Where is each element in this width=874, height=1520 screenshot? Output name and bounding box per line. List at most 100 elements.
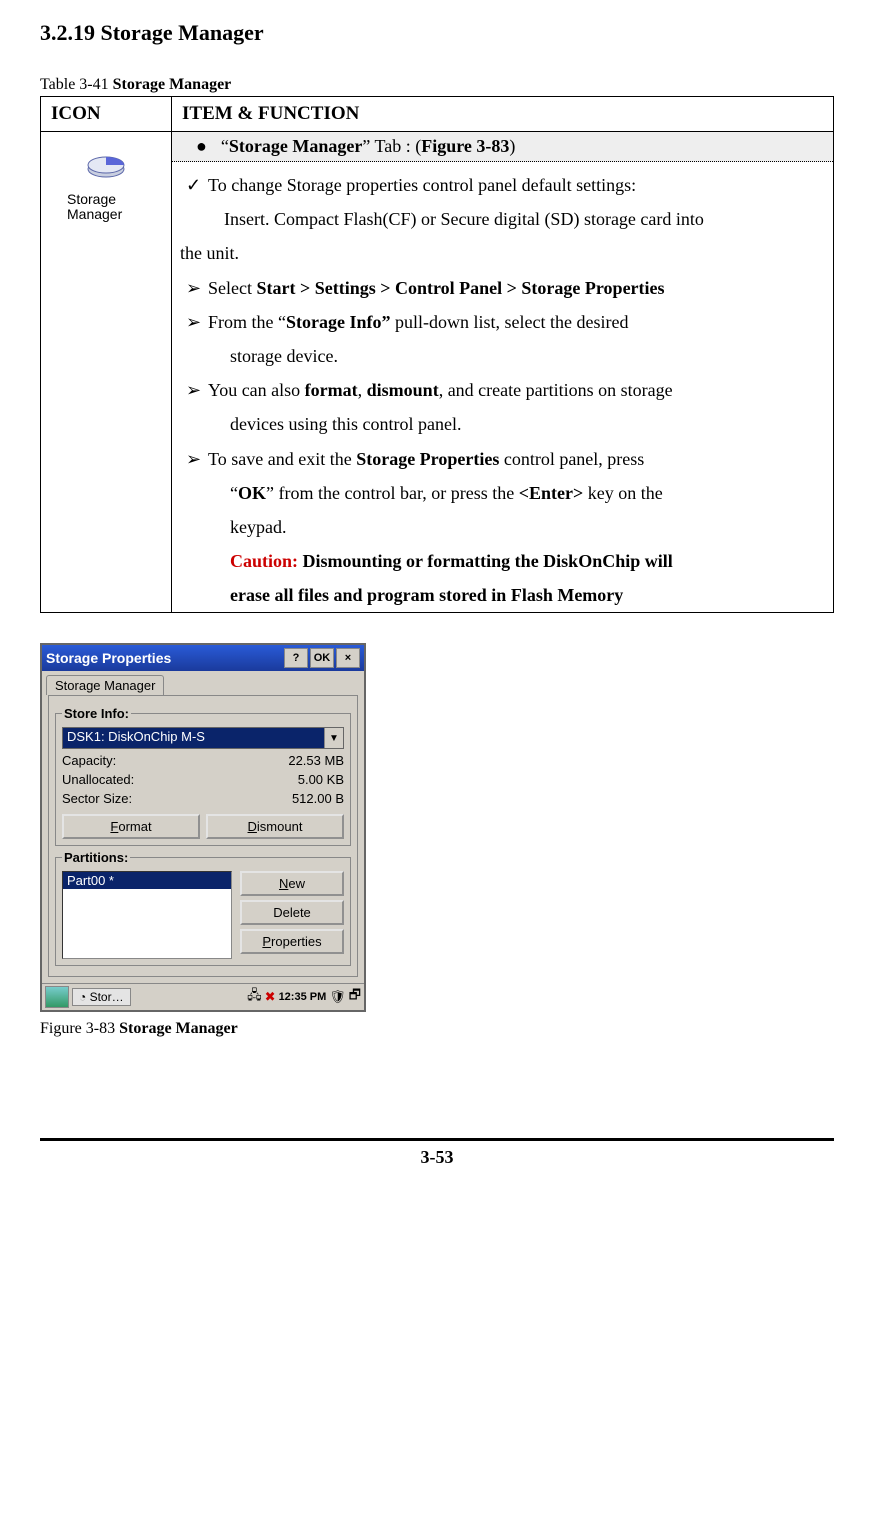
kv-key: Unallocated: <box>62 772 134 787</box>
indent-text-2: the unit. <box>176 236 829 270</box>
figure-caption-name: Storage Manager <box>119 1020 238 1037</box>
taskbar-task[interactable]: ◔ Stor… <box>72 988 131 1006</box>
arrow-icon: ➢ <box>186 305 208 339</box>
li2-bold: Storage Info” <box>286 312 391 332</box>
tab-header-row: ●“Storage Manager” Tab : (Figure 3-83) <box>172 132 833 162</box>
description-cell: ●“Storage Manager” Tab : (Figure 3-83) ✓… <box>172 132 834 613</box>
storage-manager-table: ICON ITEM & FUNCTION Storage Manager ●“S… <box>40 96 834 613</box>
li4cb: ” from the control bar, or press the <box>266 483 519 503</box>
kv-val: 5.00 KB <box>298 772 344 787</box>
list-item: ✓To change Storage properties control pa… <box>176 168 829 202</box>
table-caption: Table 3-41 Storage Manager <box>40 76 834 94</box>
kv-key: Capacity: <box>62 753 116 768</box>
properties-button[interactable]: Properties <box>240 929 344 954</box>
kv-val: 22.53 MB <box>288 753 344 768</box>
caution-line2: erase all files and program stored in Fl… <box>176 578 829 612</box>
arrow-icon: ➢ <box>186 373 208 407</box>
titlebar: Storage Properties ? OK × <box>42 645 364 671</box>
list-item: ➢Select Start > Settings > Control Panel… <box>176 271 829 305</box>
format-button[interactable]: Format <box>62 814 200 839</box>
tab-header-figref: Figure 3-83 <box>421 136 509 156</box>
figure-caption: Figure 3-83 Storage Manager <box>40 1020 834 1038</box>
kv-row: Sector Size: 512.00 B <box>62 791 344 806</box>
partitions-legend: Partitions: <box>62 850 130 865</box>
page-number: 3-53 <box>40 1138 834 1168</box>
kv-row: Unallocated: 5.00 KB <box>62 772 344 787</box>
li4b: control panel, press <box>499 449 644 469</box>
window-title: Storage Properties <box>46 650 282 666</box>
li3d: devices using this control panel. <box>176 407 829 441</box>
clock: 12:35 PM <box>279 991 327 1003</box>
table-caption-name: Storage Manager <box>113 76 232 93</box>
store-info-group: Store Info: DSK1: DiskOnChip M-S ▼ Capac… <box>55 706 351 846</box>
li4-enter: <Enter> <box>519 483 584 503</box>
figure-caption-prefix: Figure 3-83 <box>40 1020 119 1037</box>
li2a: From the “ <box>208 312 286 332</box>
icon-label-line2: Manager <box>51 207 161 222</box>
list-item: ➢You can also format, dismount, and crea… <box>176 373 829 407</box>
arrow-icon: ➢ <box>186 442 208 476</box>
li3-sep: , <box>358 380 367 400</box>
li4-sp: Storage Properties <box>356 449 499 469</box>
desktop-icon[interactable]: 🗗 <box>349 986 361 1008</box>
description-list: ✓To change Storage properties control pa… <box>172 168 833 612</box>
li4a: To save and exit the <box>208 449 356 469</box>
taskbar: ◔ Stor… 🖧 ✖ 12:35 PM 🛡 🗗 <box>42 983 364 1010</box>
dropdown-selected: DSK1: DiskOnChip M-S <box>63 728 324 748</box>
arrow-icon: ➢ <box>186 271 208 305</box>
kv-val: 512.00 B <box>292 791 344 806</box>
panel: Store Info: DSK1: DiskOnChip M-S ▼ Capac… <box>48 695 358 977</box>
task-label: Stor… <box>90 990 124 1004</box>
dismount-button[interactable]: Dismount <box>206 814 344 839</box>
th-icon: ICON <box>41 97 172 132</box>
disconnect-icon[interactable]: ✖ <box>265 989 276 1005</box>
li2b: pull-down list, select the desired <box>391 312 629 332</box>
ok-button[interactable]: OK <box>310 648 334 668</box>
caution-label: Caution: <box>230 551 298 571</box>
li4cc: key on the <box>583 483 662 503</box>
help-button[interactable]: ? <box>284 648 308 668</box>
wince-window: Storage Properties ? OK × Storage Manage… <box>40 643 366 1012</box>
storage-manager-icon: ◔ <box>79 990 86 1004</box>
tab-storage-manager[interactable]: Storage Manager <box>46 675 164 695</box>
kv-key: Sector Size: <box>62 791 132 806</box>
screenshot-figure: Storage Properties ? OK × Storage Manage… <box>40 643 834 1012</box>
li3-dismount: dismount <box>367 380 439 400</box>
th-item-function: ITEM & FUNCTION <box>172 97 834 132</box>
kv-row: Capacity: 22.53 MB <box>62 753 344 768</box>
li3-format: format <box>305 380 358 400</box>
tab-header-suffix: ) <box>509 136 515 156</box>
start-button[interactable] <box>45 986 69 1008</box>
caution-text-a: Dismounting or formatting the DiskOnChip… <box>298 551 673 571</box>
li2c: storage device. <box>176 339 829 373</box>
check-text: To change Storage properties control pan… <box>208 175 636 195</box>
delete-button[interactable]: Delete <box>240 900 344 925</box>
chevron-down-icon[interactable]: ▼ <box>324 728 343 748</box>
tab-bar: Storage Manager <box>42 671 364 695</box>
store-info-legend: Store Info: <box>62 706 131 721</box>
table-caption-prefix: Table 3-41 <box>40 76 113 93</box>
section-heading: 3.2.19 Storage Manager <box>40 20 834 46</box>
li3c: , and create partitions on storage <box>439 380 673 400</box>
icon-label-line1: Storage <box>51 192 161 207</box>
partitions-listbox[interactable]: Part00 * <box>62 871 232 959</box>
close-button[interactable]: × <box>336 648 360 668</box>
store-info-dropdown[interactable]: DSK1: DiskOnChip M-S ▼ <box>62 727 344 749</box>
caution-line1: Caution: Dismounting or formatting the D… <box>176 544 829 578</box>
li4-line2: “OK” from the control bar, or press the … <box>176 476 829 510</box>
tray-icon[interactable]: 🛡 <box>329 989 346 1005</box>
check-icon: ✓ <box>186 168 208 202</box>
li3a: You can also <box>208 380 305 400</box>
network-icon[interactable]: 🖧 <box>247 986 262 1008</box>
icon-cell: Storage Manager <box>41 132 172 613</box>
tab-header-mid: ” Tab : ( <box>362 136 421 156</box>
partitions-group: Partitions: Part00 * New Delete Properti… <box>55 850 351 966</box>
bullet-icon: ● <box>178 136 221 156</box>
indent-text-1: Insert. Compact Flash(CF) or Secure digi… <box>176 202 829 236</box>
new-button[interactable]: New <box>240 871 344 896</box>
li4-ok: OK <box>238 483 266 503</box>
storage-manager-icon: Storage Manager <box>51 144 161 223</box>
li4d: keypad. <box>176 510 829 544</box>
li1-pre: Select <box>208 278 256 298</box>
list-item[interactable]: Part00 * <box>63 872 231 889</box>
